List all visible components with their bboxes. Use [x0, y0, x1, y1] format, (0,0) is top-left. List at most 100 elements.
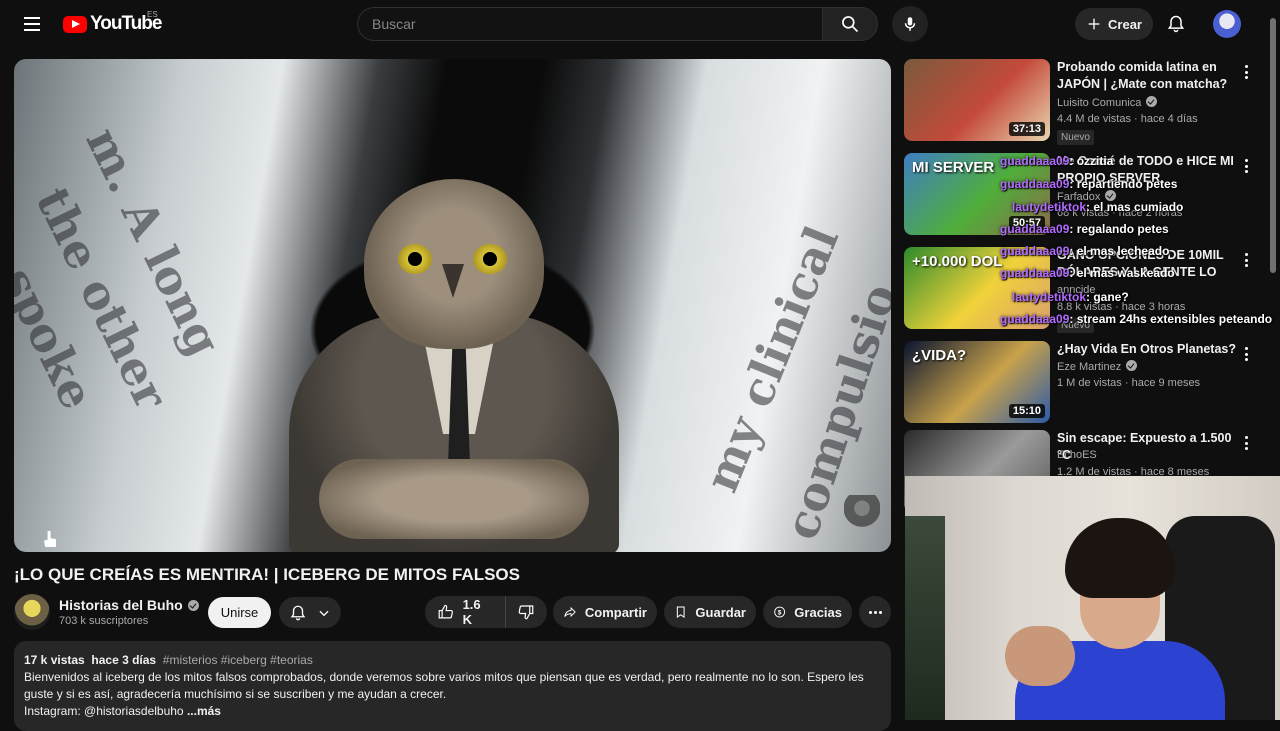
thumbnail-label: +10.000 DOL	[912, 253, 1003, 270]
video-duration: 37:13	[1008, 122, 1045, 136]
subscriber-count: 703 k suscriptores	[59, 615, 149, 627]
chat-message: guaddaaa09: repartiendo petes	[1000, 177, 1177, 191]
save-button[interactable]: Guardar	[664, 596, 756, 628]
video-title: ¡LO QUE CREÍAS ES MENTIRA! | ICEBERG DE …	[14, 565, 520, 584]
share-button[interactable]: Compartir	[553, 596, 657, 628]
kebab-menu-icon[interactable]	[1242, 157, 1250, 175]
channel-name[interactable]: EchoES	[1057, 449, 1097, 461]
create-label: Crear	[1108, 16, 1142, 32]
plus-icon	[1088, 18, 1100, 30]
hashtags[interactable]: #misterios #iceberg #teorias	[163, 653, 313, 667]
bell-icon	[290, 605, 306, 620]
related-video-item[interactable]: ¿VIDA? 15:10 ¿Hay Vida En Otros Planetas? E…	[904, 341, 1274, 427]
top-bar: YouTube ES Crear	[0, 0, 1280, 48]
channel-name[interactable]: Eze Martinez	[1057, 360, 1138, 373]
webcam-background-object	[905, 516, 945, 720]
chat-message: guaddaaa09: regalando petes	[1000, 222, 1169, 236]
new-badge: Nuevo	[1057, 130, 1094, 145]
create-button[interactable]: Crear	[1075, 8, 1153, 40]
youtube-play-icon	[63, 15, 87, 33]
like-dislike-group: 1.6 K	[425, 596, 547, 628]
related-video-item[interactable]: 37:13 Probando comida latina en JAPÓN | ¿…	[904, 59, 1274, 145]
notifications-button[interactable]	[1160, 8, 1192, 40]
chat-username: guaddaaa09	[1000, 266, 1070, 280]
thumbnail-label: MI SERVER	[912, 159, 995, 176]
chat-text: : el mas cumiado	[1086, 200, 1184, 214]
join-button[interactable]: Unirse	[208, 597, 271, 628]
chevron-down-icon	[319, 610, 329, 616]
search-input[interactable]	[372, 16, 823, 32]
webcam-person-hand	[1005, 626, 1075, 686]
chat-text: : el mas waskeado	[1069, 266, 1175, 280]
video-title[interactable]: ¿Hay Vida En Otros Planetas?	[1057, 341, 1237, 358]
channel-name[interactable]: Luisito Comunica	[1057, 96, 1158, 109]
thanks-label: Gracias	[794, 604, 842, 620]
owl-eye	[398, 244, 432, 274]
video-thumbnail[interactable]: 37:13	[904, 59, 1050, 141]
channel-avatar[interactable]	[14, 594, 50, 630]
thumbnail-label: ¿VIDA?	[912, 347, 967, 364]
show-more-link[interactable]: ...más	[187, 704, 221, 718]
view-count: 17 k vistas	[24, 653, 85, 667]
chat-text: : ozzitia	[1069, 154, 1114, 168]
more-actions-button[interactable]	[859, 596, 891, 628]
menu-icon[interactable]	[16, 8, 48, 40]
bookmark-icon	[676, 606, 685, 618]
chat-username: guaddaaa09	[1000, 177, 1070, 191]
chat-message: guaddaaa09: el mas waskeado	[1000, 266, 1175, 280]
search-icon	[842, 16, 859, 33]
super-thanks-icon: $	[774, 606, 786, 618]
thanks-button[interactable]: $ Gracias	[763, 596, 852, 628]
microphone-icon	[904, 17, 916, 31]
chat-message: lautydetiktok: gane?	[1012, 290, 1129, 304]
description-meta: 17 k vistas hace 3 días #misterios #iceb…	[24, 652, 881, 669]
upload-age: hace 3 días	[91, 653, 157, 667]
verified-icon	[1126, 360, 1138, 371]
video-meta: 1 M de vistas · hace 9 meses	[1057, 377, 1201, 389]
webcam-person-hair	[1065, 518, 1175, 598]
kebab-menu-icon[interactable]	[1242, 63, 1250, 81]
country-code: ES	[147, 10, 158, 19]
account-avatar[interactable]	[1213, 10, 1241, 38]
video-meta: 4.4 M de vistas · hace 4 días	[1057, 113, 1198, 125]
bell-icon	[1167, 15, 1185, 33]
chat-username: guaddaaa09	[1000, 154, 1070, 168]
chat-text: : regalando petes	[1069, 222, 1169, 236]
chat-message: guaddaaa09: ozzitia	[1000, 154, 1113, 168]
channel-watermark[interactable]	[844, 495, 880, 533]
description-box[interactable]: 17 k vistas hace 3 días #misterios #iceb…	[14, 641, 891, 731]
chat-message: guaddaaa09: stream 24hs extensibles pete…	[1000, 312, 1272, 326]
voice-search-button[interactable]	[892, 6, 928, 42]
chat-text: : stream 24hs extensibles peteando	[1069, 312, 1273, 326]
chat-username: guaddaaa09	[1000, 312, 1070, 326]
kebab-menu-icon[interactable]	[1242, 434, 1250, 452]
chat-message: lautydetiktok: el mas cumiado	[1012, 200, 1183, 214]
subscription-notification-button[interactable]	[279, 597, 341, 628]
description-footer: Instagram: @historiasdelbuho ...más	[24, 703, 881, 720]
thumbs-down-icon	[519, 605, 534, 620]
instagram-link[interactable]: Instagram: @historiasdelbuho	[24, 704, 184, 718]
chat-text: : gane?	[1086, 290, 1129, 304]
svg-text:$: $	[778, 609, 782, 616]
video-player[interactable]: the other spoke m. A long my clinical co…	[14, 59, 891, 552]
chat-message: guaddaaa09: el mas lecheado	[1000, 244, 1169, 258]
kebab-menu-icon[interactable]	[1242, 251, 1250, 269]
video-duration: 15:10	[1008, 404, 1045, 418]
dislike-button[interactable]	[506, 596, 547, 628]
video-thumbnail[interactable]: ¿VIDA? 15:10	[904, 341, 1050, 423]
channel-name-link[interactable]: Historias del Buho	[59, 597, 199, 613]
scrollbar[interactable]	[1270, 18, 1276, 273]
kebab-menu-icon[interactable]	[1242, 345, 1250, 363]
share-label: Compartir	[584, 604, 647, 620]
chat-username: lautydetiktok	[1012, 290, 1087, 304]
owl-arms	[319, 459, 589, 539]
description-text: Bienvenidos al iceberg de los mitos fals…	[24, 670, 864, 701]
like-button[interactable]: 1.6 K	[425, 596, 506, 628]
search-button[interactable]	[822, 7, 878, 41]
verified-icon	[1146, 96, 1158, 107]
video-title[interactable]: Probando comida latina en JAPÓN | ¿Mate …	[1057, 59, 1237, 93]
chat-text: : repartiendo petes	[1069, 177, 1178, 191]
verified-icon	[187, 600, 199, 611]
channel-name: Historias del Buho	[59, 597, 183, 613]
like-count: 1.6 K	[462, 597, 481, 627]
